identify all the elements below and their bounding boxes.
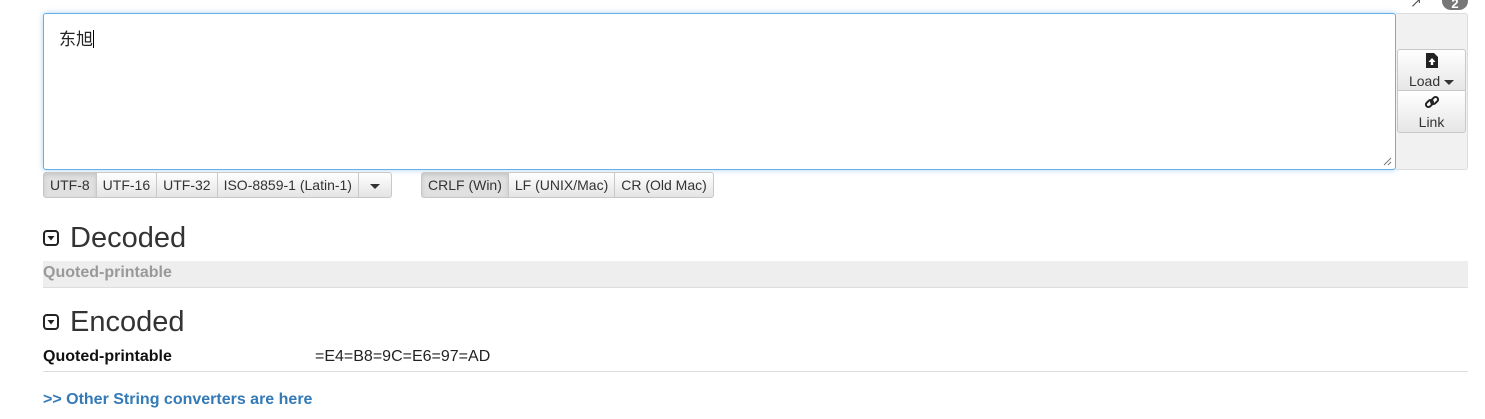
encoded-row-value: =E4=B8=9C=E6=97=AD xyxy=(315,348,491,365)
file-upload-icon xyxy=(1398,50,1465,73)
decoded-section-header[interactable]: Decoded xyxy=(43,221,186,255)
decoded-row: Quoted-printable xyxy=(43,261,1468,288)
encoded-row-label: Quoted-printable xyxy=(43,348,172,365)
newline-cr-button[interactable]: CR (Old Mac) xyxy=(614,172,714,198)
input-textarea[interactable]: 东旭 xyxy=(43,13,1396,170)
encoding-utf8-button[interactable]: UTF-8 xyxy=(43,172,97,198)
input-text: 东旭 xyxy=(59,30,94,50)
decoded-title: Decoded xyxy=(70,222,187,254)
link-icon xyxy=(1398,91,1465,114)
decoded-row-label: Quoted-printable xyxy=(43,264,172,281)
encoding-utf32-button[interactable]: UTF-32 xyxy=(156,172,218,198)
side-panel: Load Link xyxy=(1396,13,1468,170)
link-button[interactable]: Link xyxy=(1397,91,1466,133)
pin-icon[interactable]: ↗ xyxy=(1410,0,1422,11)
text-caret xyxy=(93,30,94,48)
newline-selector: CRLF (Win) LF (UNIX/Mac) CR (Old Mac) xyxy=(421,172,714,198)
resize-grip-icon[interactable] xyxy=(1383,157,1392,166)
collapse-toggle-icon[interactable] xyxy=(43,230,59,246)
load-label: Load xyxy=(1408,73,1441,89)
count-badge: 2 xyxy=(1442,0,1468,11)
link-label: Link xyxy=(1418,114,1445,130)
chevron-down-icon xyxy=(369,183,380,189)
newline-crlf-button[interactable]: CRLF (Win) xyxy=(421,172,509,198)
encoding-more-dropdown[interactable] xyxy=(357,172,392,198)
encoded-section-header[interactable]: Encoded xyxy=(43,305,185,339)
other-converters-link[interactable]: >> Other String converters are here xyxy=(43,391,312,409)
encoding-latin1-button[interactable]: ISO-8859-1 (Latin-1) xyxy=(216,172,359,198)
chevron-down-icon xyxy=(1444,79,1455,85)
load-button[interactable]: Load xyxy=(1397,49,1466,91)
collapse-toggle-icon[interactable] xyxy=(43,314,59,330)
newline-lf-button[interactable]: LF (UNIX/Mac) xyxy=(507,172,616,198)
encoding-utf16-button[interactable]: UTF-16 xyxy=(95,172,158,198)
encoding-selector: UTF-8 UTF-16 UTF-32 ISO-8859-1 (Latin-1) xyxy=(43,172,392,198)
encoded-title: Encoded xyxy=(70,306,185,338)
encoded-row: Quoted-printable =E4=B8=9C=E6=97=AD xyxy=(43,345,1468,372)
